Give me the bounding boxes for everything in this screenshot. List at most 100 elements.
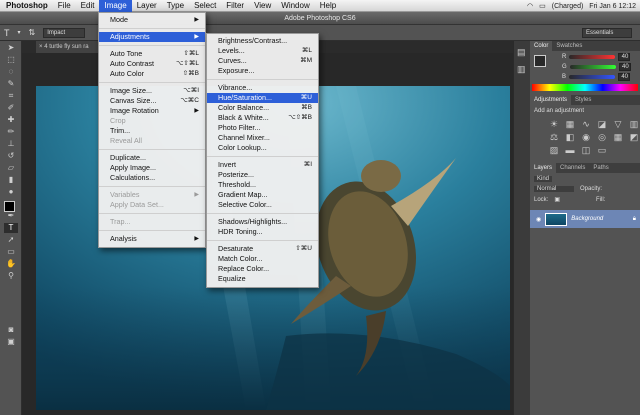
tab-layers[interactable]: Layers (530, 163, 557, 173)
color-spectrum[interactable] (532, 84, 638, 91)
wifi-icon[interactable]: ◠ (527, 2, 533, 10)
menu-item-auto-tone[interactable]: Auto Tone ⇧⌘L (99, 49, 205, 59)
font-family-field[interactable]: Impact (43, 27, 86, 38)
menu-photoshop[interactable]: Photoshop (0, 0, 53, 12)
tab-swatches[interactable]: Swatches (552, 41, 586, 51)
menu-item-hue-saturation[interactable]: Hue/Saturation... ⌘U (207, 93, 318, 103)
menu-item-auto-color[interactable]: Auto Color ⇧⌘B (99, 69, 205, 79)
tab-paths[interactable]: Paths (589, 163, 612, 173)
clock[interactable]: Fri Jan 6 12:12 (589, 3, 636, 10)
menu-item-apply-image[interactable]: Apply Image... (99, 163, 205, 173)
menu-item-posterize[interactable]: Posterize... (207, 170, 318, 180)
gradient-tool-icon[interactable]: ▮ (4, 175, 18, 185)
lasso-tool-icon[interactable]: ◌ (4, 67, 18, 77)
foreground-color-swatch[interactable] (4, 201, 15, 212)
levels-icon[interactable]: ▦ (564, 119, 576, 129)
menu-type[interactable]: Type (162, 0, 189, 12)
screen-mode-icon[interactable]: ▣ (4, 337, 18, 347)
menu-item-equalize[interactable]: Equalize (207, 274, 318, 284)
tab-channels[interactable]: Channels (556, 163, 589, 173)
hand-tool-icon[interactable]: ✋ (4, 259, 18, 269)
blend-mode-dropdown[interactable]: Normal (534, 186, 574, 192)
menu-item-image-rotation[interactable]: Image Rotation ▶ (99, 106, 205, 116)
exposure-icon[interactable]: ◪ (596, 119, 608, 129)
invert-icon[interactable]: ◩ (628, 132, 640, 142)
curves-icon[interactable]: ∿ (580, 119, 592, 129)
posterize-icon[interactable]: ▨ (548, 145, 560, 155)
layer-name[interactable]: Background (571, 216, 603, 222)
menu-select[interactable]: Select (189, 0, 221, 12)
menu-item-desaturate[interactable]: Desaturate ⇧⌘U (207, 244, 318, 254)
visibility-eye-icon[interactable]: ◉ (536, 216, 541, 223)
menu-window[interactable]: Window (276, 0, 314, 12)
menu-item-canvas-size[interactable]: Canvas Size... ⌥⌘C (99, 96, 205, 106)
menu-item-shadows-highlights[interactable]: Shadows/Highlights... (207, 217, 318, 227)
r-value[interactable]: 40 (618, 53, 631, 61)
path-select-tool-icon[interactable]: ➚ (4, 235, 18, 245)
menu-item-color-lookup[interactable]: Color Lookup... (207, 143, 318, 153)
color-slider-g[interactable]: G 40 (530, 62, 640, 72)
menu-item-analysis[interactable]: Analysis ▶ (99, 234, 205, 244)
document-tab[interactable]: × 4 turtle fly sun ra (36, 41, 98, 53)
balance-icon[interactable]: ⚖ (548, 132, 560, 142)
panel-foreground-swatch[interactable] (534, 55, 546, 67)
menu-layer[interactable]: Layer (132, 0, 162, 12)
history-brush-tool-icon[interactable]: ↺ (4, 151, 18, 161)
menu-item-levels[interactable]: Levels... ⌘L (207, 46, 318, 56)
menu-file[interactable]: File (53, 0, 76, 12)
photo-filter-icon[interactable]: ◉ (580, 132, 592, 142)
g-value[interactable]: 40 (618, 63, 631, 71)
battery-icon[interactable]: ▭ (539, 2, 546, 10)
menu-item-trim[interactable]: Trim... (99, 126, 205, 136)
mixer-icon[interactable]: ◎ (596, 132, 608, 142)
chevron-down-icon[interactable]: ▾ (18, 29, 21, 36)
text-orientation-icon[interactable]: ⇅ (29, 28, 36, 37)
stamp-tool-icon[interactable]: ⊥ (4, 139, 18, 149)
threshold-icon[interactable]: ▬ (564, 145, 576, 155)
move-tool-icon[interactable]: ➤ (4, 43, 18, 53)
color-slider-b[interactable]: B 40 (530, 72, 640, 82)
selective-icon[interactable]: ◫ (580, 145, 592, 155)
menu-item-curves[interactable]: Curves... ⌘M (207, 56, 318, 66)
menu-item-color-balance[interactable]: Color Balance... ⌘B (207, 103, 318, 113)
healing-tool-icon[interactable]: ✚ (4, 115, 18, 125)
menu-item-vibrance[interactable]: Vibrance... (207, 83, 318, 93)
crop-tool-icon[interactable]: ⌗ (4, 91, 18, 101)
type-tool-icon[interactable]: T (4, 28, 10, 38)
menu-help[interactable]: Help (315, 0, 341, 12)
type-tool-icon[interactable]: T (4, 223, 18, 233)
menu-item-hdr-toning[interactable]: HDR Toning... (207, 227, 318, 237)
history-panel-icon[interactable]: ▤ (517, 47, 527, 58)
menu-image[interactable]: Image (99, 0, 132, 12)
shape-tool-icon[interactable]: ▭ (4, 247, 18, 257)
layer-row-background[interactable]: ◉ Background 🔒︎ (530, 210, 640, 228)
properties-panel-icon[interactable]: ▥ (517, 64, 527, 75)
tab-styles[interactable]: Styles (571, 95, 595, 105)
tab-color[interactable]: Color (530, 41, 553, 51)
eyedropper-tool-icon[interactable]: ✐ (4, 103, 18, 113)
bw-icon[interactable]: ◧ (564, 132, 576, 142)
menu-item-threshold[interactable]: Threshold... (207, 180, 318, 190)
menu-item-adjustments[interactable]: Adjustments ▶ (99, 32, 205, 42)
menu-item-brightness-contrast[interactable]: Brightness/Contrast... (207, 36, 318, 46)
menu-item-auto-contrast[interactable]: Auto Contrast ⌥⇧⌘L (99, 59, 205, 69)
menu-item-duplicate[interactable]: Duplicate... (99, 153, 205, 163)
close-icon[interactable]: × (39, 44, 43, 50)
marquee-tool-icon[interactable]: ⬚ (4, 55, 18, 65)
menu-view[interactable]: View (249, 0, 276, 12)
pen-tool-icon[interactable]: ✒ (4, 211, 18, 221)
b-value[interactable]: 40 (618, 73, 631, 81)
color-slider-r[interactable]: R 40 (530, 52, 640, 62)
hue-icon[interactable]: ▥ (628, 119, 640, 129)
lock-icon[interactable]: ▣ (554, 196, 560, 203)
menu-item-gradient-map[interactable]: Gradient Map... (207, 190, 318, 200)
menu-item-image-size[interactable]: Image Size... ⌥⌘I (99, 86, 205, 96)
menu-filter[interactable]: Filter (221, 0, 249, 12)
workspace-switcher[interactable]: Essentials (582, 28, 632, 38)
tab-adjustments[interactable]: Adjustments (530, 95, 572, 105)
menu-item-mode[interactable]: Mode ▶ (99, 15, 205, 25)
menu-item-replace-color[interactable]: Replace Color... (207, 264, 318, 274)
menu-edit[interactable]: Edit (76, 0, 100, 12)
menu-item-match-color[interactable]: Match Color... (207, 254, 318, 264)
filter-kind-dropdown[interactable]: Kind (534, 176, 553, 182)
